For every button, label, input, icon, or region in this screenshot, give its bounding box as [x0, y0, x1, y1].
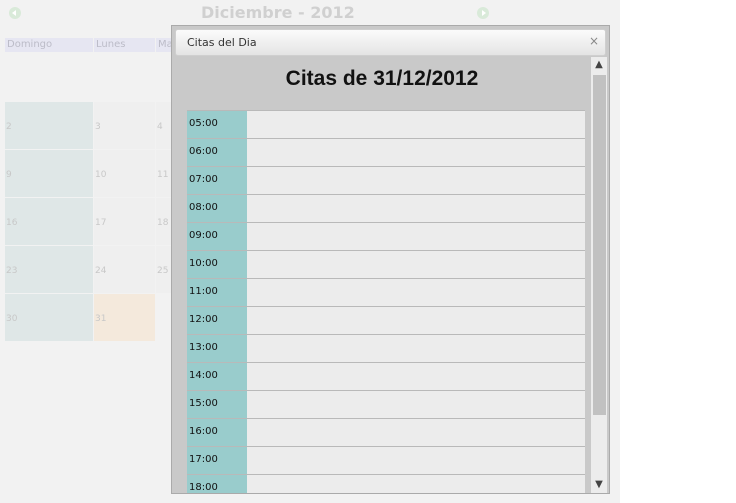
calendar-day-cell[interactable]: 30	[5, 294, 93, 341]
time-slot-row[interactable]: 12:00	[187, 306, 585, 334]
calendar-day-cell-today[interactable]: 31	[94, 294, 155, 341]
time-slot-row[interactable]: 11:00	[187, 278, 585, 306]
calendar-day-cell[interactable]: 11	[156, 150, 171, 197]
vertical-scrollbar[interactable]: ▲ ▼	[591, 57, 607, 493]
time-label: 14:00	[187, 363, 247, 390]
day-header-sunday: Domingo	[5, 38, 93, 52]
appointment-cell[interactable]	[248, 139, 585, 166]
time-label: 07:00	[187, 167, 247, 194]
dialog-title: Citas del Dia	[187, 36, 257, 49]
time-slot-row[interactable]: 06:00	[187, 138, 585, 166]
time-label: 09:00	[187, 223, 247, 250]
time-slot-row[interactable]: 05:00	[187, 110, 585, 138]
calendar-day-cell[interactable]: 23	[5, 246, 93, 293]
appointment-cell[interactable]	[248, 363, 585, 390]
appointment-cell[interactable]	[248, 391, 585, 418]
appointment-cell[interactable]	[248, 167, 585, 194]
day-header-tuesday: Martes	[156, 38, 171, 52]
calendar-day-cell[interactable]: 10	[94, 150, 155, 197]
calendar-day-cell[interactable]: 9	[5, 150, 93, 197]
appointment-cell[interactable]	[248, 251, 585, 278]
appointment-cell[interactable]	[248, 223, 585, 250]
time-slot-row[interactable]: 08:00	[187, 194, 585, 222]
time-label: 10:00	[187, 251, 247, 278]
day-heading: Citas de 31/12/2012	[285, 67, 479, 90]
calendar-day-cell[interactable]: 18	[156, 198, 171, 245]
calendar-day-cell[interactable]: 24	[94, 246, 155, 293]
next-month-icon[interactable]	[477, 7, 489, 19]
calendar-day-cell[interactable]: 16	[5, 198, 93, 245]
time-label: 16:00	[187, 419, 247, 446]
appointment-cell[interactable]	[248, 335, 585, 362]
appointment-cell[interactable]	[248, 419, 585, 446]
calendar-day-cell[interactable]: 25	[156, 246, 171, 293]
prev-month-icon[interactable]	[9, 7, 21, 19]
time-label: 12:00	[187, 307, 247, 334]
calendar-day-cell[interactable]: 17	[94, 198, 155, 245]
dialog-header[interactable]: Citas del Dia ×	[175, 29, 606, 56]
appointment-cell[interactable]	[248, 475, 585, 493]
chevron-up-icon[interactable]: ▲	[591, 57, 607, 73]
calendar-day-cell[interactable]: 4	[156, 102, 171, 149]
time-slot-row[interactable]: 17:00	[187, 446, 585, 474]
time-label: 05:00	[187, 111, 247, 138]
dialog-body: Citas de 31/12/2012 05:00 06:00 07:00 08…	[173, 57, 591, 493]
close-icon[interactable]: ×	[589, 34, 599, 48]
time-label: 18:00	[187, 475, 247, 493]
calendar-title: Diciembre - 2012	[201, 3, 355, 22]
time-label: 08:00	[187, 195, 247, 222]
time-slot-row[interactable]: 09:00	[187, 222, 585, 250]
time-slot-row[interactable]: 15:00	[187, 390, 585, 418]
time-slot-row[interactable]: 13:00	[187, 334, 585, 362]
time-slot-row[interactable]: 18:00	[187, 474, 585, 493]
time-slot-row[interactable]: 16:00	[187, 418, 585, 446]
appointment-cell[interactable]	[248, 195, 585, 222]
time-label: 17:00	[187, 447, 247, 474]
time-label: 13:00	[187, 335, 247, 362]
time-slot-row[interactable]: 07:00	[187, 166, 585, 194]
chevron-down-icon[interactable]: ▼	[591, 477, 607, 493]
appointment-cell[interactable]	[248, 111, 585, 138]
calendar-day-cell[interactable]: 3	[94, 102, 155, 149]
appointment-cell[interactable]	[248, 307, 585, 334]
appointment-cell[interactable]	[248, 447, 585, 474]
time-label: 11:00	[187, 279, 247, 306]
appointment-cell[interactable]	[248, 279, 585, 306]
time-label: 15:00	[187, 391, 247, 418]
time-label: 06:00	[187, 139, 247, 166]
appointments-dialog: Citas del Dia × Citas de 31/12/2012 05:0…	[171, 25, 610, 494]
time-slot-row[interactable]: 14:00	[187, 362, 585, 390]
time-slot-list: 05:00 06:00 07:00 08:00 09:00 10:00 11:0…	[187, 110, 585, 493]
time-slot-row[interactable]: 10:00	[187, 250, 585, 278]
day-header-monday: Lunes	[94, 38, 155, 52]
calendar-day-cell[interactable]: 2	[5, 102, 93, 149]
scrollbar-thumb[interactable]	[593, 75, 606, 415]
